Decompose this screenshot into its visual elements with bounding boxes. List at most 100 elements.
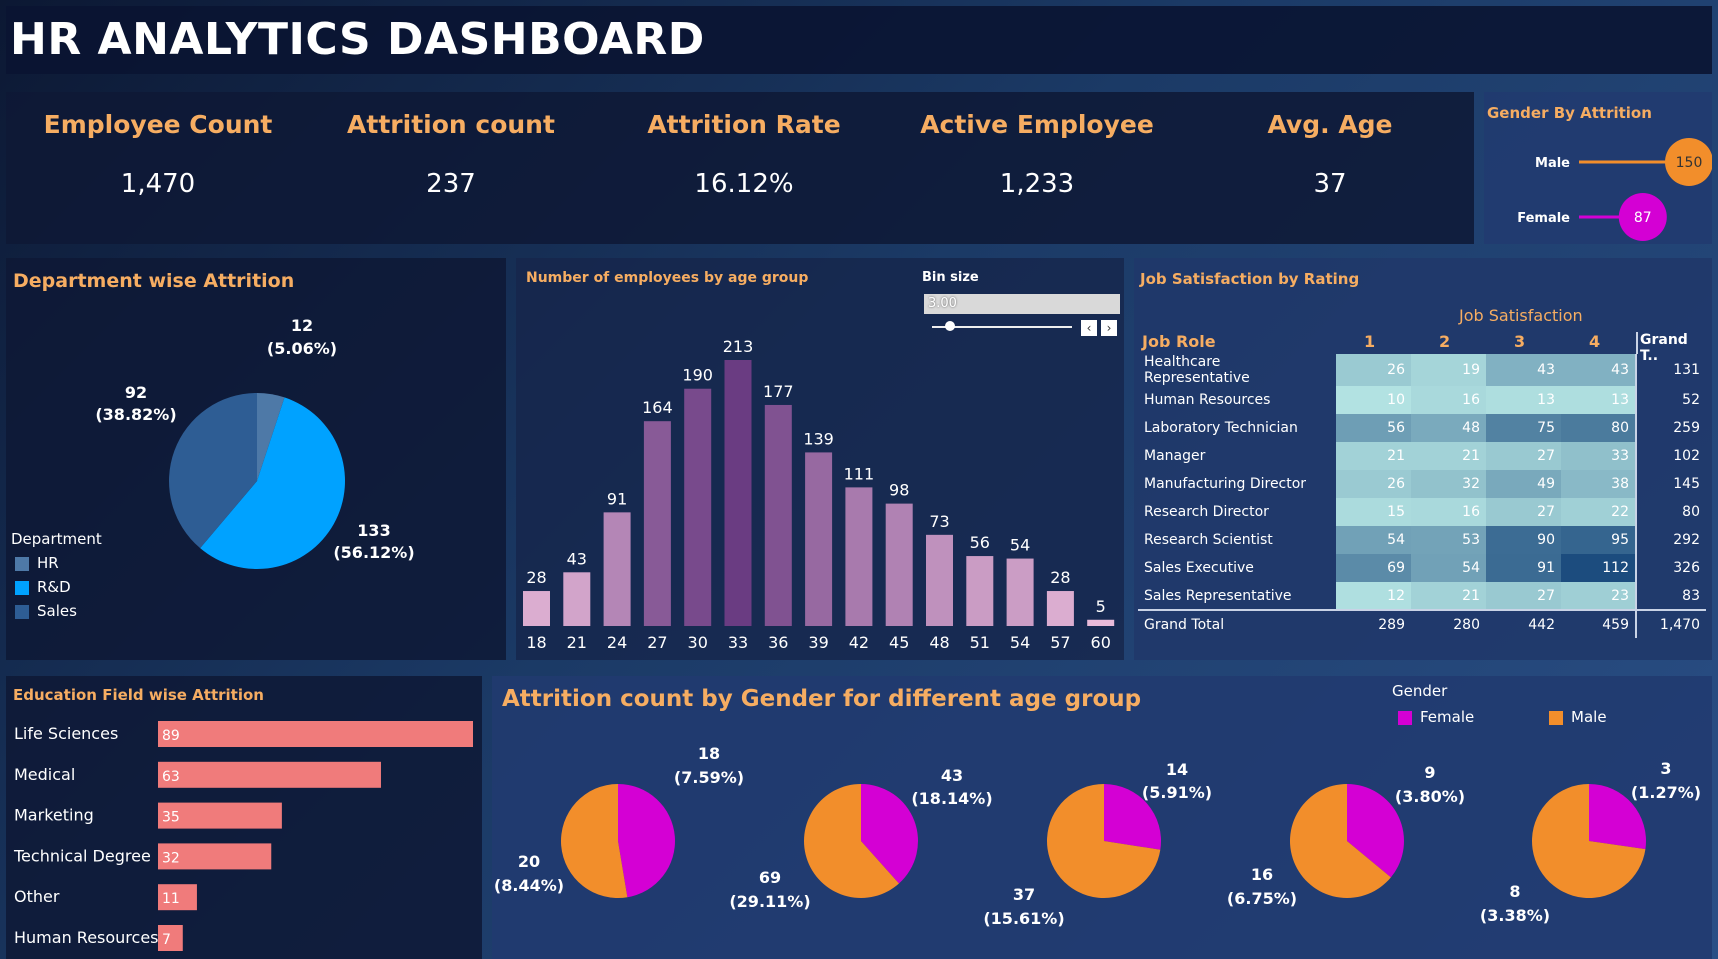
- bar-value-label: 54: [1010, 536, 1030, 555]
- table-row[interactable]: Laboratory Technician 56 48 75 80 259: [1138, 414, 1706, 442]
- heat-cell[interactable]: 16: [1411, 386, 1486, 414]
- pie-label-pct: (6.75%): [1227, 889, 1297, 908]
- histogram-bar[interactable]: [966, 556, 994, 626]
- histogram-bar[interactable]: [926, 534, 953, 626]
- histogram-bar[interactable]: [684, 388, 712, 626]
- legend-label: HR: [37, 554, 59, 572]
- x-tick-label: 57: [1050, 633, 1070, 652]
- histogram-bar[interactable]: [1006, 558, 1034, 626]
- heat-cell[interactable]: 21: [1411, 582, 1486, 610]
- education-bar[interactable]: [158, 761, 381, 788]
- heat-cell[interactable]: 54: [1411, 554, 1486, 582]
- heat-cell[interactable]: 26: [1336, 354, 1411, 386]
- row-label: Manufacturing Director: [1144, 476, 1307, 492]
- bar-category-label: Marketing: [14, 806, 94, 825]
- heat-cell[interactable]: 49: [1486, 470, 1561, 498]
- bar-value-label: 213: [723, 337, 754, 356]
- histogram-bar[interactable]: [563, 572, 591, 626]
- heat-cell[interactable]: 21: [1411, 442, 1486, 470]
- col-header-2: 2: [1439, 332, 1451, 351]
- heat-cell[interactable]: 95: [1561, 526, 1636, 554]
- heat-cell[interactable]: 19: [1411, 354, 1486, 386]
- bar-value-label: 91: [607, 489, 627, 508]
- histogram-bar[interactable]: [845, 487, 873, 626]
- histogram-bar[interactable]: [643, 421, 671, 626]
- total-cell: 442: [1486, 609, 1561, 638]
- heat-cell[interactable]: 91: [1486, 554, 1561, 582]
- bar-value-label: 7: [162, 932, 171, 948]
- row-label: Laboratory Technician: [1144, 420, 1298, 436]
- pie-label-pct: (8.44%): [494, 876, 564, 895]
- legend-item-sales[interactable]: Sales: [11, 602, 102, 620]
- heat-cell[interactable]: 13: [1486, 386, 1561, 414]
- table-row[interactable]: Healthcare Representative 26 19 43 43 131: [1138, 354, 1706, 386]
- column-header-row: Job Role 1 2 3 4 Grand T..: [1138, 330, 1708, 364]
- legend-swatch: [15, 556, 29, 571]
- heat-cell[interactable]: 16: [1411, 498, 1486, 526]
- heat-cell[interactable]: 43: [1486, 354, 1561, 386]
- heat-cell[interactable]: 56: [1336, 414, 1411, 442]
- bar-category-label: Human Resources: [14, 928, 159, 947]
- table-row[interactable]: Manager 21 21 27 33 102: [1138, 442, 1706, 470]
- legend-item-hr[interactable]: HR: [11, 554, 102, 572]
- histogram-bar[interactable]: [523, 591, 550, 626]
- education-bar[interactable]: [158, 721, 473, 747]
- histogram-bar[interactable]: [603, 512, 631, 626]
- pie-label-pct: (15.61%): [983, 909, 1064, 928]
- panel-title: Job Satisfaction by Rating: [1140, 270, 1360, 288]
- heat-cell[interactable]: 27: [1486, 442, 1561, 470]
- heat-cell[interactable]: 32: [1411, 470, 1486, 498]
- heat-cell[interactable]: 23: [1561, 582, 1636, 610]
- bar-value-label: 11: [162, 891, 180, 907]
- heat-cell[interactable]: 27: [1486, 498, 1561, 526]
- pie-label-value: 14: [1166, 760, 1188, 779]
- heat-cell[interactable]: 75: [1486, 414, 1561, 442]
- pie-label-value: 43: [941, 766, 963, 785]
- table-row[interactable]: Sales Representative 12 21 27 23 83: [1138, 582, 1706, 610]
- heat-cell[interactable]: 43: [1561, 354, 1636, 386]
- heat-cell[interactable]: 15: [1336, 498, 1411, 526]
- table-row[interactable]: Research Director 15 16 27 22 80: [1138, 498, 1706, 526]
- table-row[interactable]: Research Scientist 54 53 90 95 292: [1138, 526, 1706, 554]
- bar-category-label: Technical Degree: [13, 846, 151, 865]
- heat-cell[interactable]: 80: [1561, 414, 1636, 442]
- heat-cell[interactable]: 53: [1411, 526, 1486, 554]
- histogram-bar[interactable]: [724, 360, 752, 626]
- heat-cell[interactable]: 10: [1336, 386, 1411, 414]
- row-label: Healthcare Representative: [1144, 354, 1250, 386]
- legend-title: Department: [11, 530, 102, 548]
- heat-cell[interactable]: 69: [1336, 554, 1411, 582]
- pie-slice-female[interactable]: [618, 784, 675, 898]
- histogram-bar[interactable]: [764, 404, 792, 626]
- kpi-active-employee: Active Employee 1,233: [907, 110, 1167, 199]
- heat-cell[interactable]: 27: [1486, 582, 1561, 610]
- heat-cell[interactable]: 54: [1336, 526, 1411, 554]
- pie-label-value: 12: [291, 316, 313, 335]
- legend-item-rnd[interactable]: R&D: [11, 578, 102, 596]
- heat-cell[interactable]: 90: [1486, 526, 1561, 554]
- table-row[interactable]: Human Resources 10 16 13 13 52: [1138, 386, 1706, 414]
- heat-cell[interactable]: 48: [1411, 414, 1486, 442]
- heat-cell[interactable]: 112: [1561, 554, 1636, 582]
- col-header-1: 1: [1364, 332, 1376, 351]
- histogram-bar[interactable]: [1087, 619, 1115, 626]
- x-tick-label: 39: [808, 633, 828, 652]
- row-label: Sales Executive: [1144, 560, 1254, 576]
- heat-cell[interactable]: 13: [1561, 386, 1636, 414]
- heat-cell[interactable]: 22: [1561, 498, 1636, 526]
- histogram-bar[interactable]: [885, 503, 913, 626]
- pie-label-pct: (38.82%): [95, 405, 176, 424]
- heat-cell[interactable]: 21: [1336, 442, 1411, 470]
- x-tick-label: 27: [647, 633, 667, 652]
- pie-slice-male[interactable]: [561, 784, 628, 898]
- heat-cell[interactable]: 12: [1336, 582, 1411, 610]
- table-row[interactable]: Sales Executive 69 54 91 112 326: [1138, 554, 1706, 582]
- gender-label-male: Male: [1535, 156, 1570, 171]
- heat-cell[interactable]: 33: [1561, 442, 1636, 470]
- x-tick-label: 30: [688, 633, 708, 652]
- table-row[interactable]: Manufacturing Director 26 32 49 38 145: [1138, 470, 1706, 498]
- heat-cell[interactable]: 26: [1336, 470, 1411, 498]
- heat-cell[interactable]: 38: [1561, 470, 1636, 498]
- histogram-bar[interactable]: [1046, 591, 1074, 626]
- histogram-bar[interactable]: [805, 452, 833, 626]
